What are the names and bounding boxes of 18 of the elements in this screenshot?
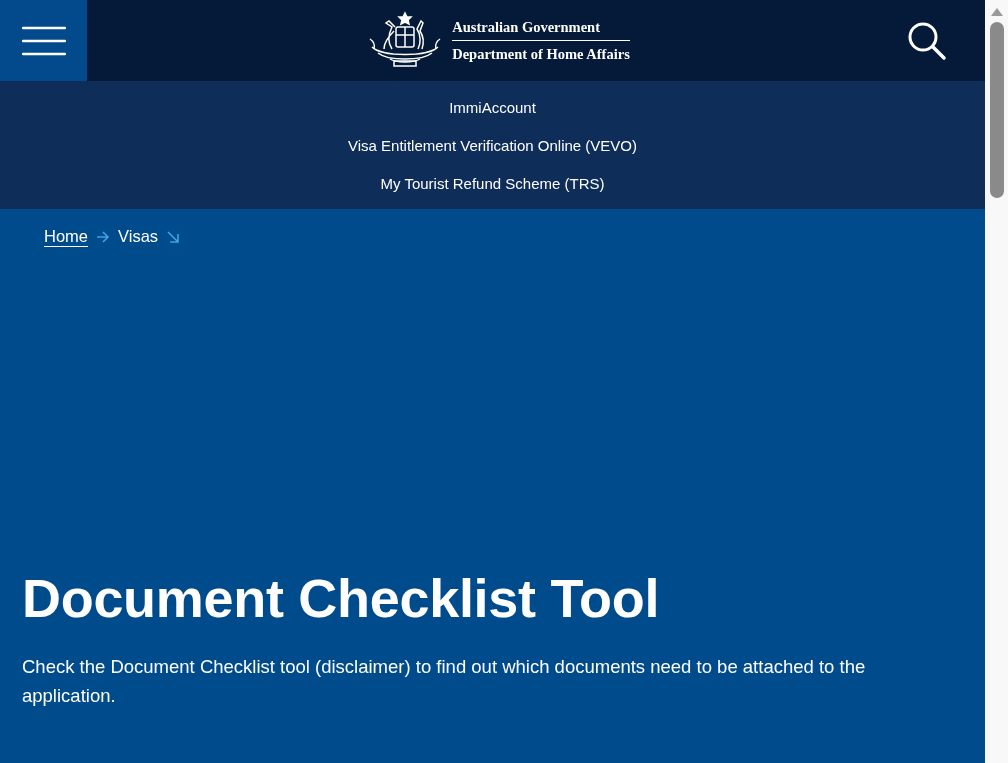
nav-link[interactable]: ImmiAccount: [449, 96, 536, 118]
menu-button[interactable]: [0, 0, 87, 81]
scroll-up-icon[interactable]: [990, 8, 1003, 16]
search-icon: [907, 20, 947, 61]
search-button[interactable]: [907, 20, 947, 61]
arrow-right-icon: [96, 229, 110, 244]
nav-link[interactable]: Visa Entitlement Verification Online (VEVO): [348, 134, 637, 156]
scrollbar[interactable]: [985, 0, 1008, 763]
menu-icon: [21, 25, 66, 56]
logo-text: Australian Government: [452, 18, 630, 41]
nav-link[interactable]: My Tourist Refund Scheme (TRS): [380, 172, 605, 194]
breadcrumb-current: Visas: [118, 227, 159, 246]
breadcrumb-link[interactable]: Home: [44, 227, 88, 246]
page-title: Document Checklist Tool: [22, 567, 661, 630]
arrow-down-right-icon: [166, 229, 181, 244]
page-description: Check the Document Checklist tool (disclaimer) to find out which documents need to be attached to the application.: [22, 655, 867, 708]
logo-text: Department of Home Affairs: [452, 44, 630, 63]
scrollbar-thumb[interactable]: [989, 22, 1004, 198]
